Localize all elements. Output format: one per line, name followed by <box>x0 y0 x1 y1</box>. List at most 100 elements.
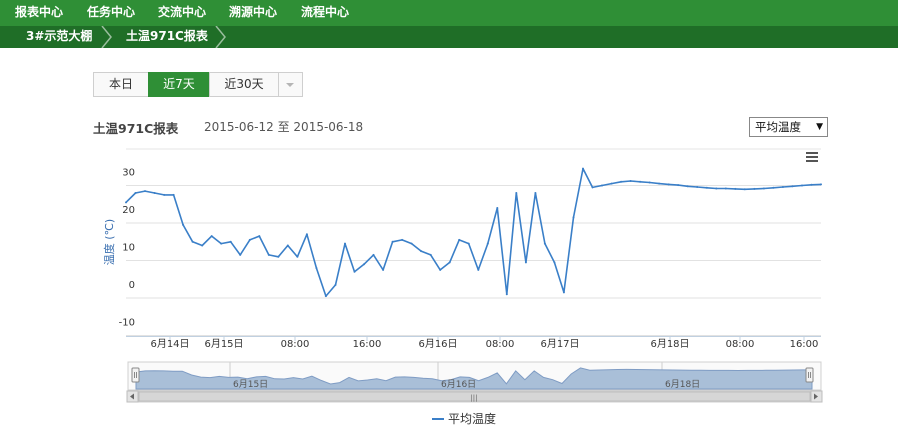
data-point <box>772 186 775 189</box>
data-point <box>658 182 661 185</box>
x-tick-label: 6月17日 <box>540 338 579 350</box>
data-point <box>572 216 575 219</box>
data-point <box>505 293 508 296</box>
data-point <box>363 263 365 266</box>
chart-menu-button[interactable] <box>803 148 821 164</box>
navigator-label: 6月16日 <box>441 379 476 390</box>
data-point <box>610 182 613 185</box>
y-axis-label: 温度 (℃) <box>102 219 116 265</box>
data-point <box>458 238 461 241</box>
scroll-right-button[interactable] <box>810 390 823 403</box>
data-point <box>125 201 127 204</box>
data-point <box>810 183 813 186</box>
data-point <box>629 180 632 182</box>
data-point <box>153 192 156 194</box>
data-point <box>762 187 765 190</box>
legend-series-label: 平均温度 <box>448 411 496 426</box>
data-point <box>144 190 146 193</box>
navigator-handle-left[interactable] <box>131 367 140 383</box>
data-point <box>734 187 737 190</box>
data-point <box>248 238 251 241</box>
data-point <box>220 242 223 245</box>
data-point <box>705 186 708 189</box>
data-point <box>553 261 556 264</box>
y-tick-label: 0 <box>129 280 135 291</box>
data-point <box>801 184 803 187</box>
data-point <box>163 193 166 196</box>
data-point <box>496 207 499 209</box>
data-point <box>601 184 603 187</box>
data-point <box>486 242 489 245</box>
data-point <box>620 180 623 183</box>
x-axis-ticks: 6月14日 6月15日 08:00 16:00 6月16日 08:00 6月17日 6月18日… <box>150 336 819 350</box>
y-axis-ticks: -10 0 10 20 30 <box>119 168 135 329</box>
data-point <box>439 268 442 271</box>
x-tick-label: 6月14日 <box>150 338 189 350</box>
data-point <box>391 240 394 243</box>
data-point <box>781 186 784 188</box>
navigator-label: 6月15日 <box>233 379 268 390</box>
hamburger-menu-icon <box>806 152 818 162</box>
x-tick-label: 08:00 <box>486 339 515 350</box>
data-point <box>467 242 470 245</box>
temperature-chart: -100102030 温度 (℃) 6月14日 6月15日 08:00 16:00 6月… <box>102 148 823 426</box>
data-point <box>591 186 594 189</box>
data-point <box>562 291 565 294</box>
series-layer <box>125 167 822 298</box>
data-point <box>372 253 375 256</box>
data-point <box>286 244 289 247</box>
y-tick-label: 10 <box>122 243 135 254</box>
data-point <box>677 184 680 187</box>
data-point <box>353 270 356 273</box>
data-point <box>305 233 308 236</box>
data-point <box>334 283 337 286</box>
data-point <box>696 186 699 188</box>
y-tick-label: 30 <box>122 168 135 179</box>
data-point <box>324 295 327 298</box>
data-point <box>543 242 546 245</box>
data-point <box>201 244 204 247</box>
data-point <box>477 268 480 271</box>
data-point <box>229 240 232 243</box>
data-point <box>648 181 651 184</box>
data-point <box>724 187 727 190</box>
data-point <box>134 192 137 194</box>
data-point <box>401 238 404 241</box>
data-point <box>420 250 423 253</box>
data-point <box>534 192 537 194</box>
data-point <box>448 261 451 264</box>
data-point <box>582 167 584 170</box>
data-point <box>667 183 670 186</box>
scroll-grip: ||| <box>470 394 477 402</box>
data-point <box>753 187 756 190</box>
data-point <box>267 253 270 256</box>
data-point <box>344 242 346 245</box>
y-tick-label: 20 <box>122 205 135 216</box>
data-point <box>515 192 518 194</box>
data-point <box>239 253 242 256</box>
x-tick-label: 08:00 <box>281 339 310 350</box>
chart-legend[interactable]: 平均温度 <box>432 411 496 426</box>
x-tick-label: 16:00 <box>353 339 382 350</box>
data-point <box>743 188 746 191</box>
data-point <box>820 183 822 186</box>
x-tick-label: 6月15日 <box>204 338 243 350</box>
x-tick-label: 6月18日 <box>650 338 689 350</box>
y-tick-label: -10 <box>119 318 135 329</box>
data-point <box>686 185 689 188</box>
data-point <box>410 242 413 245</box>
scroll-left-button[interactable] <box>126 390 139 403</box>
data-point <box>172 193 175 196</box>
data-point <box>210 235 213 238</box>
range-navigator[interactable]: 6月15日 6月16日 6月18日 <box>127 361 822 391</box>
navigator-scrollbar[interactable]: ||| <box>126 390 823 403</box>
data-point <box>258 235 261 238</box>
data-point <box>277 255 280 258</box>
x-tick-label: 16:00 <box>790 339 819 350</box>
data-point <box>182 223 185 226</box>
x-tick-label: 6月16日 <box>418 338 457 350</box>
data-point <box>296 255 299 258</box>
data-point <box>524 261 527 264</box>
navigator-handle-right[interactable] <box>805 367 814 383</box>
data-point <box>191 240 194 243</box>
